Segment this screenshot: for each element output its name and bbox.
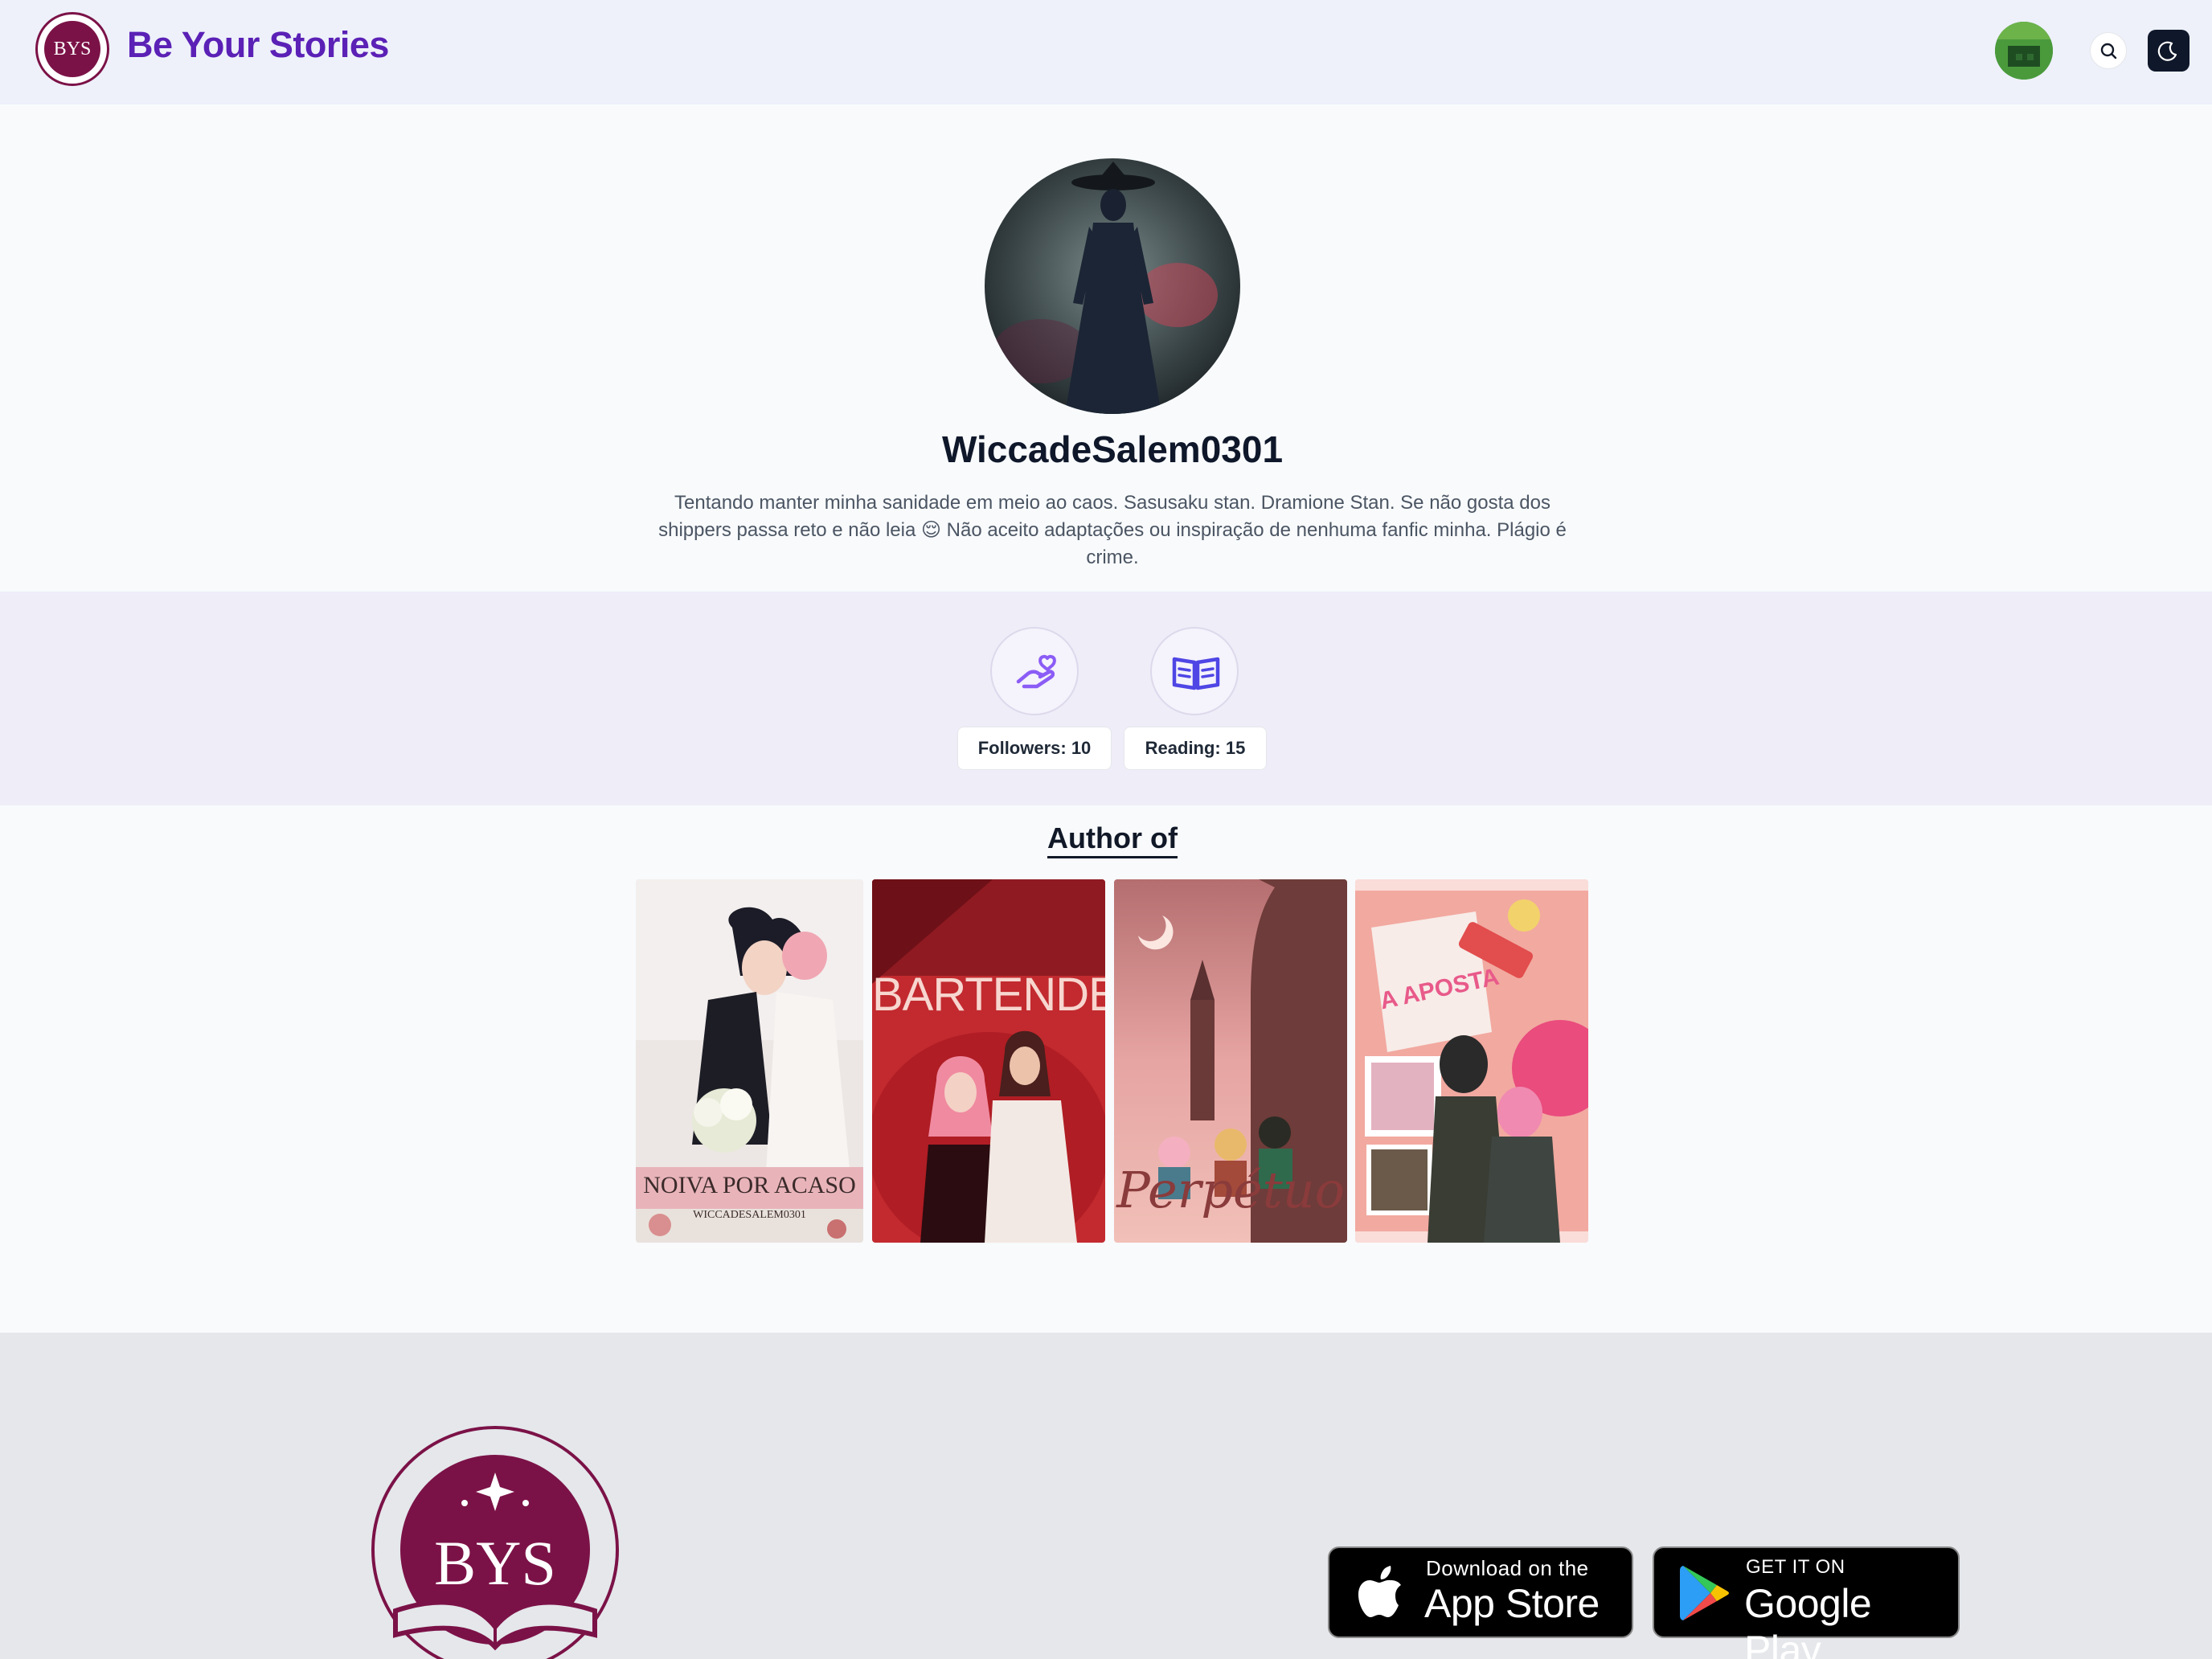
app-store-big-text: App Store: [1424, 1581, 1600, 1626]
top-navbar: BYS Be Your Stories: [0, 0, 2212, 104]
app-store-small-text: Download on the: [1426, 1556, 1589, 1580]
reading-count[interactable]: Reading: 15: [1124, 727, 1267, 770]
book-cover-a-aposta[interactable]: A APOSTA: [1355, 879, 1588, 1243]
brand-name[interactable]: Be Your Stories: [127, 24, 389, 66]
reading-button[interactable]: [1150, 627, 1239, 715]
google-play-button[interactable]: GET IT ON Google Play: [1653, 1546, 1960, 1659]
profile-username: WiccadeSalem0301: [941, 428, 1284, 470]
apple-icon: [1358, 1566, 1401, 1617]
book-title: Perpétuo: [1116, 1161, 1345, 1219]
google-play-big-text: Google Play: [1744, 1581, 1872, 1659]
google-play-small-text: GET IT ON: [1746, 1556, 1845, 1578]
moon-icon: [2157, 41, 2177, 61]
book-title: BARTENDER: [872, 969, 1105, 1021]
book-title: NOIVA POR ACASO: [643, 1172, 856, 1198]
open-book-emblem-icon: [393, 1600, 597, 1651]
search-button[interactable]: [2090, 32, 2127, 69]
book-cover-bartender[interactable]: BARTENDER: [872, 879, 1105, 1243]
followers-button[interactable]: [990, 627, 1079, 715]
search-icon: [2100, 43, 2117, 59]
logo-text: BYS: [53, 39, 92, 59]
stats-section: Followers: 10 Reading: 15: [0, 592, 2212, 805]
hand-heart-icon: [1016, 654, 1056, 689]
followers-count[interactable]: Followers: 10: [957, 727, 1112, 770]
site-logo[interactable]: BYS: [35, 12, 109, 86]
open-book-icon: [1172, 657, 1220, 690]
book-author: WICCADESALEM0301: [693, 1209, 806, 1221]
profile-photo: [985, 158, 1240, 414]
google-play-icon: [1680, 1566, 1729, 1620]
book-cover-perpetuo[interactable]: Perpétuo: [1114, 879, 1347, 1243]
user-avatar[interactable]: [1995, 22, 2053, 80]
author-of-heading: Author of: [0, 821, 2212, 858]
book-cover-noiva-por-acaso[interactable]: NOIVA POR ACASO WICCADESALEM0301: [636, 879, 863, 1243]
app-store-button[interactable]: Download on the App Store: [1328, 1546, 1633, 1638]
theme-toggle-button[interactable]: [2148, 30, 2189, 72]
profile-bio: Tentando manter minha sanidade em meio a…: [658, 492, 1567, 568]
footer-logo: BYS: [371, 1426, 619, 1659]
author-of-label: Author of: [1047, 821, 1178, 858]
